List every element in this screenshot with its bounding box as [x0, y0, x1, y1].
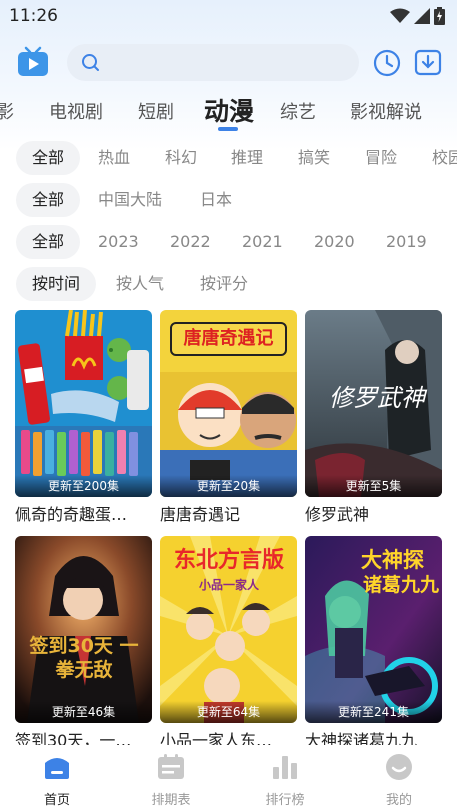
filter-year-2022[interactable]: 2022 — [170, 225, 211, 259]
video-poster[interactable]: 签到30天 一拳无敌 更新至46集 — [15, 536, 152, 723]
filter-year-2021[interactable]: 2021 — [242, 225, 283, 259]
sort-by-rating[interactable]: 按评分 — [200, 267, 248, 301]
status-time: 11:26 — [9, 6, 58, 26]
filter-region-row: 全部 中国大陆 日本 — [0, 183, 457, 217]
calendar-icon — [158, 754, 184, 779]
poster-image — [15, 310, 152, 497]
active-tab-indicator — [218, 127, 238, 131]
status-icons — [390, 7, 445, 25]
app-logo-icon[interactable] — [17, 46, 49, 78]
filter-genre-all[interactable]: 全部 — [16, 141, 81, 175]
filter-genre-row: 全部 热血 科幻 推理 搞笑 冒险 校园 — [0, 141, 457, 175]
video-title[interactable]: 唐唐奇遇记 — [160, 501, 297, 525]
tab-anime[interactable]: 动漫 — [204, 92, 254, 128]
filter-year-row: 全部 2023 2022 2021 2020 2019 — [0, 225, 457, 259]
poster-logo-text: 修罗武神 — [329, 384, 425, 412]
video-title[interactable]: 佩奇的奇趣蛋… — [15, 501, 152, 525]
nav-schedule[interactable]: 排期表 — [131, 751, 211, 808]
video-card[interactable]: 签到30天 一拳无敌 更新至46集 签到30天，一… — [15, 536, 152, 751]
video-title[interactable]: 修罗武神 — [305, 501, 442, 525]
bottom-nav: 首页 排期表 排行榜 我的 — [0, 745, 457, 812]
video-card[interactable]: 更新至200集 佩奇的奇趣蛋… — [15, 310, 152, 525]
nav-ranking-label: 排行榜 — [265, 793, 305, 808]
sort-by-popularity[interactable]: 按人气 — [116, 267, 164, 301]
filter-region-japan[interactable]: 日本 — [200, 183, 232, 217]
profile-icon — [386, 754, 412, 780]
filter-genre-hot-blood[interactable]: 热血 — [98, 141, 130, 175]
wifi-icon — [390, 8, 410, 23]
video-poster[interactable]: 更新至200集 — [15, 310, 152, 497]
filter-sort-row: 按时间 按人气 按评分 — [0, 267, 457, 301]
filter-genre-campus[interactable]: 校园 — [432, 141, 457, 175]
filter-year-2019[interactable]: 2019 — [386, 225, 427, 259]
filter-genre-scifi[interactable]: 科幻 — [165, 141, 197, 175]
filter-year-2023[interactable]: 2023 — [98, 225, 139, 259]
nav-ranking[interactable]: 排行榜 — [245, 751, 325, 808]
poster-logo-subtext: 小品一家人 — [198, 578, 259, 592]
battery-icon — [434, 7, 445, 25]
category-tabs: 影 电视剧 短剧 动漫 综艺 影视解说 — [0, 88, 457, 132]
video-poster[interactable]: 唐唐奇遇记 更新至20集 — [160, 310, 297, 497]
search-icon — [82, 54, 99, 71]
video-card[interactable]: 修罗武神 更新至5集 修罗武神 — [305, 310, 442, 525]
filter-region-mainland[interactable]: 中国大陆 — [98, 183, 162, 217]
poster-logo-subtext: 诸葛九九 — [363, 574, 440, 596]
nav-profile-label: 我的 — [385, 793, 412, 808]
episode-badge: 更新至20集 — [160, 475, 297, 497]
video-card[interactable]: 东北方言版 小品一家人 更新至64集 小品一家人东… — [160, 536, 297, 751]
home-icon — [45, 758, 69, 779]
episode-badge: 更新至241集 — [305, 701, 442, 723]
cell-signal-icon — [414, 8, 430, 24]
video-poster[interactable]: 修罗武神 更新至5集 — [305, 310, 442, 497]
episode-badge: 更新至200集 — [15, 475, 152, 497]
video-card[interactable]: 唐唐奇遇记 更新至20集 唐唐奇遇记 — [160, 310, 297, 525]
tab-variety[interactable]: 综艺 — [280, 98, 316, 124]
filter-genre-mystery[interactable]: 推理 — [231, 141, 263, 175]
nav-schedule-label: 排期表 — [151, 793, 191, 808]
video-poster[interactable]: 东北方言版 小品一家人 更新至64集 — [160, 536, 297, 723]
tab-tv-series[interactable]: 电视剧 — [49, 98, 103, 124]
video-poster[interactable]: 大神探 诸葛九九 更新至241集 — [305, 536, 442, 723]
episode-badge: 更新至46集 — [15, 701, 152, 723]
filter-genre-adventure[interactable]: 冒险 — [365, 141, 397, 175]
filter-region-all[interactable]: 全部 — [16, 183, 81, 217]
poster-logo-text: 唐唐奇遇记 — [170, 322, 287, 356]
bar-chart-icon — [273, 756, 297, 779]
filter-year-2020[interactable]: 2020 — [314, 225, 355, 259]
poster-logo-text: 东北方言版 — [173, 548, 284, 573]
tab-movie[interactable]: 影 — [0, 98, 14, 124]
nav-home-label: 首页 — [43, 793, 70, 808]
tab-film-commentary[interactable]: 影视解说 — [350, 98, 422, 124]
episode-badge: 更新至64集 — [160, 701, 297, 723]
episode-badge: 更新至5集 — [305, 475, 442, 497]
tab-short-drama[interactable]: 短剧 — [138, 98, 174, 124]
filter-genre-comedy[interactable]: 搞笑 — [298, 141, 330, 175]
history-icon[interactable] — [372, 48, 402, 78]
nav-home[interactable]: 首页 — [17, 751, 97, 808]
filter-year-all[interactable]: 全部 — [16, 225, 81, 259]
search-box[interactable] — [67, 44, 359, 81]
poster-logo-text: 签到30天 一拳无敌 — [29, 635, 139, 681]
download-icon[interactable] — [413, 47, 443, 77]
poster-image — [15, 536, 152, 723]
nav-profile[interactable]: 我的 — [359, 751, 439, 808]
video-card[interactable]: 大神探 诸葛九九 更新至241集 大神探诸葛九九 — [305, 536, 442, 751]
status-bar: 11:26 — [0, 0, 457, 32]
sort-by-time[interactable]: 按时间 — [16, 267, 97, 301]
search-input[interactable] — [105, 50, 345, 75]
